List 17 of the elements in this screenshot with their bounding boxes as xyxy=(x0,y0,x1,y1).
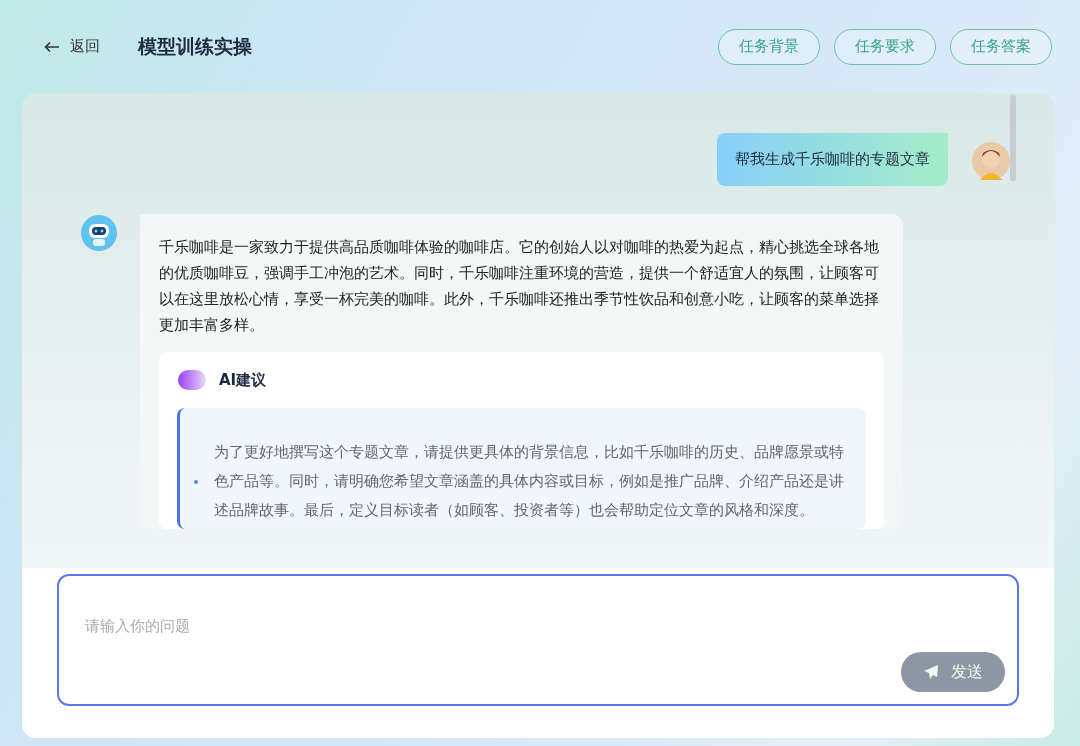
page-title: 模型训练实操 xyxy=(138,33,253,59)
bot-message-text: 千乐咖啡是一家致力于提供高品质咖啡体验的咖啡店。它的创始人以对咖啡的热爱为起点，精心挑选全球各地的优质咖啡豆，强调手工冲泡的艺术。同时，千乐咖啡注重环境的营造，提供一个舒适宜人的氛围，让顾客可以在这里放松心情，享受一杯完美的咖啡。此外，千乐咖啡还推出季节性饮品和创意小吃，让顾客的菜单选择更加丰富多样。 xyxy=(159,238,880,335)
back-link[interactable]: 返回 xyxy=(44,37,100,56)
scrollbar-thumb[interactable] xyxy=(1010,95,1016,181)
user-avatar-icon xyxy=(972,142,1010,180)
back-label: 返回 xyxy=(70,37,100,56)
ai-logo-icon xyxy=(177,368,207,392)
task-button[interactable]: 任务答案 xyxy=(950,28,1052,65)
user-message: 帮我生成千乐咖啡的专题文章 xyxy=(717,133,948,186)
task-button[interactable]: 任务要求 xyxy=(834,28,936,65)
back-arrow-icon xyxy=(44,40,60,53)
suggestion-text: 为了更好地撰写这个专题文章，请提供更具体的背景信息，比如千乐咖啡的历史、品牌愿景或特色产品等。同时，请明确您希望文章涵盖的具体内容或目标，例如是推广品牌、介绍产品还是讲述品牌故事。最后，定义目标读者（如顾客、投资者等）也会帮助定位文章的风格和深度。 xyxy=(214,443,845,520)
task-button[interactable]: 任务背景 xyxy=(718,28,820,65)
bullet-icon xyxy=(194,479,198,484)
suggestion-title: AI建议 xyxy=(219,370,267,390)
paper-plane-icon xyxy=(923,664,939,680)
robot-avatar-icon xyxy=(80,214,118,252)
